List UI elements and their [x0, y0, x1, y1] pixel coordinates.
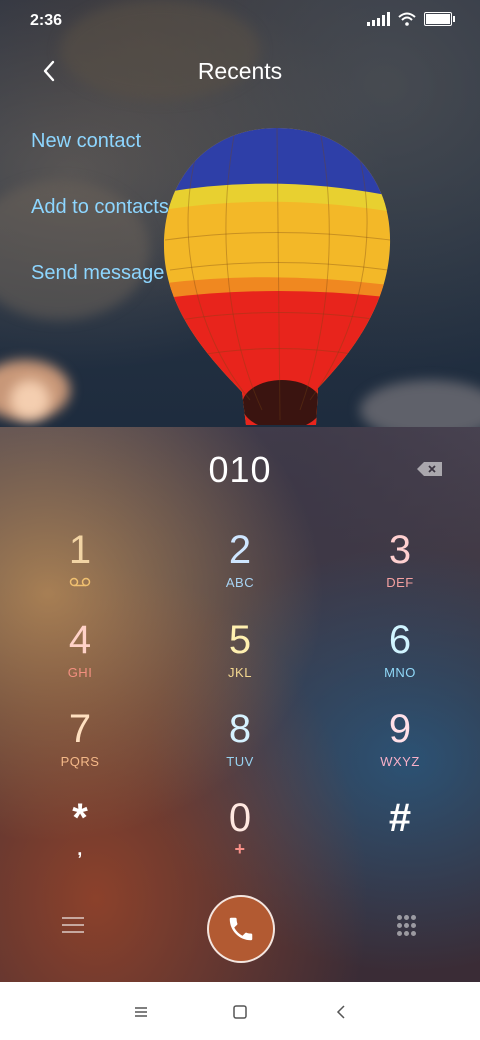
dial-key-letters: , [77, 839, 83, 859]
dial-key-letters: MNO [384, 665, 416, 680]
dial-key-letters: + [234, 839, 246, 859]
signal-icon [367, 12, 390, 26]
dial-key-3[interactable]: 3 DEF [340, 527, 460, 607]
dialer-panel: 010 1 2 ABC 3 DEF 4 GHI 5 JKL 6 MNO 7 PQRS 8 TUV 9 WXYZ *… [0, 427, 480, 982]
square-icon [233, 1005, 247, 1019]
dial-key-letters: PQRS [60, 754, 100, 769]
dial-key-digit: 5 [228, 618, 252, 662]
back-nav-button[interactable] [331, 1002, 351, 1022]
wifi-icon [398, 12, 416, 26]
status-time: 2:36 [30, 12, 63, 29]
phone-icon [229, 917, 253, 941]
dial-key-digit: 9 [388, 707, 412, 751]
dialed-number: 010 [208, 449, 272, 490]
dial-key-1[interactable]: 1 [20, 527, 140, 607]
dial-key-8[interactable]: 8 TUV [180, 706, 300, 786]
dial-key-0[interactable]: 0 + [180, 795, 300, 875]
dial-key-digit: * [72, 796, 88, 840]
dialer-bottom-bar [0, 887, 480, 967]
dial-key-digit: 1 [68, 528, 92, 572]
new-contact-option[interactable]: New contact [31, 122, 169, 188]
status-bar: 2:36 [0, 0, 480, 44]
dial-key-6[interactable]: 6 MNO [340, 617, 460, 697]
dial-key-digit: 6 [388, 618, 412, 662]
dial-key-7[interactable]: 7 PQRS [20, 706, 140, 786]
dial-key-letters: TUV [226, 754, 254, 769]
backspace-icon[interactable] [416, 461, 444, 477]
dial-key-digit: 7 [68, 707, 92, 751]
keypad-icon[interactable] [397, 915, 417, 937]
dial-key-letters: GHI [67, 665, 93, 680]
menu-lines-icon [135, 1007, 147, 1017]
voicemail-icon [69, 577, 91, 587]
dial-key-digit: 8 [228, 707, 252, 751]
chevron-left-icon [336, 1005, 345, 1019]
dial-key-hash[interactable]: # [340, 795, 460, 875]
dial-key-letters: JKL [228, 665, 252, 680]
dial-key-digit: 3 [388, 528, 412, 572]
dial-key-letters: ABC [225, 575, 255, 590]
dial-key-letters: DEF [386, 575, 414, 590]
dial-key-letters: WXYZ [380, 754, 420, 769]
add-to-contacts-option[interactable]: Add to contacts [31, 188, 169, 254]
dial-key-star[interactable]: *, [20, 795, 140, 875]
dial-key-5[interactable]: 5 JKL [180, 617, 300, 697]
dial-key-digit: 4 [68, 618, 92, 662]
call-button[interactable] [207, 895, 275, 963]
dial-key-digit: 0 [228, 796, 252, 840]
system-navigation-bar [0, 982, 480, 1040]
dial-key-digit: 2 [228, 528, 252, 572]
dial-key-4[interactable]: 4 GHI [20, 617, 140, 697]
dial-key-2[interactable]: 2 ABC [180, 527, 300, 607]
home-nav-button[interactable] [230, 1002, 250, 1022]
dial-key-9[interactable]: 9 WXYZ [340, 706, 460, 786]
battery-icon [424, 12, 455, 26]
page-title: Recents [197, 58, 283, 84]
recents-nav-button[interactable] [131, 1002, 151, 1022]
dial-key-digit: # [388, 796, 412, 840]
hamburger-icon[interactable] [62, 917, 84, 935]
send-message-option[interactable]: Send message [31, 254, 169, 320]
recents-action-menu: New contact Add to contacts Send message [31, 122, 169, 320]
